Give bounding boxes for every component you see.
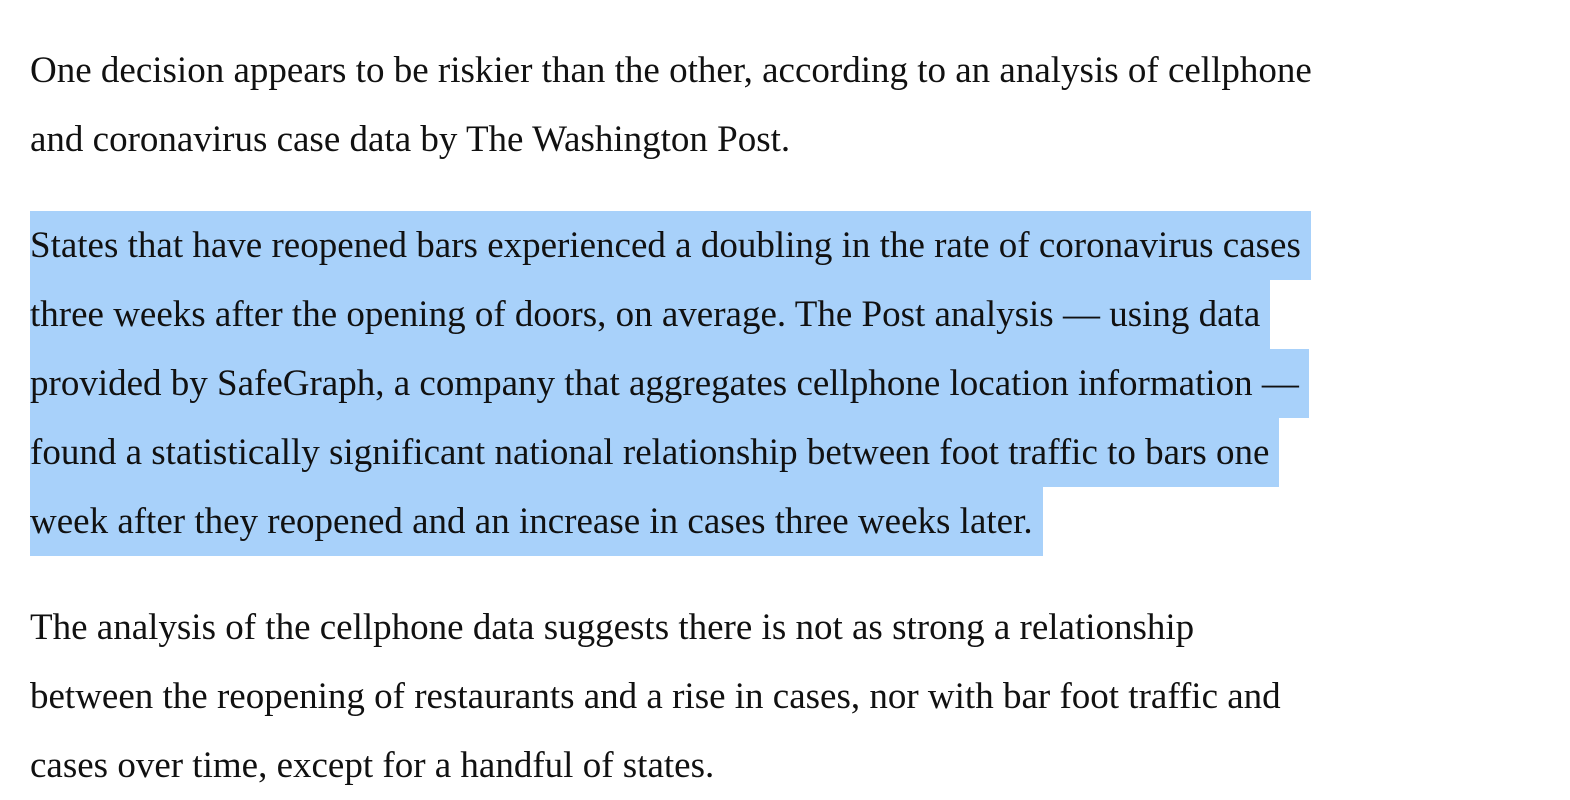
text-line: and coronavirus case data by The Washing… — [30, 119, 791, 160]
text-line: cases over time, except for a handful of… — [30, 745, 715, 786]
text-line: The analysis of the cellphone data sugge… — [30, 607, 1195, 648]
text-line: three weeks after the opening of doors, … — [30, 280, 1560, 349]
text-selection[interactable]: provided by SafeGraph, a company that ag… — [30, 349, 1309, 418]
paragraph-selected[interactable]: States that have reopened bars experienc… — [30, 211, 1560, 556]
text-line: found a statistically significant nation… — [30, 418, 1560, 487]
article-body: One decision appears to be riskier than … — [30, 36, 1560, 800]
text-line: provided by SafeGraph, a company that ag… — [30, 349, 1560, 418]
text-line: week after they reopened and an increase… — [30, 487, 1560, 556]
text-line: between the reopening of restaurants and… — [30, 676, 1281, 717]
paragraph-analysis: The analysis of the cellphone data sugge… — [30, 593, 1560, 800]
paragraph-intro: One decision appears to be riskier than … — [30, 36, 1560, 174]
text-selection[interactable]: found a statistically significant nation… — [30, 418, 1280, 487]
text-line: One decision appears to be riskier than … — [30, 50, 1312, 91]
text-selection[interactable]: three weeks after the opening of doors, … — [30, 280, 1271, 349]
text-line: States that have reopened bars experienc… — [30, 211, 1560, 280]
text-selection[interactable]: week after they reopened and an increase… — [30, 487, 1043, 556]
text-selection[interactable]: States that have reopened bars experienc… — [30, 211, 1311, 280]
